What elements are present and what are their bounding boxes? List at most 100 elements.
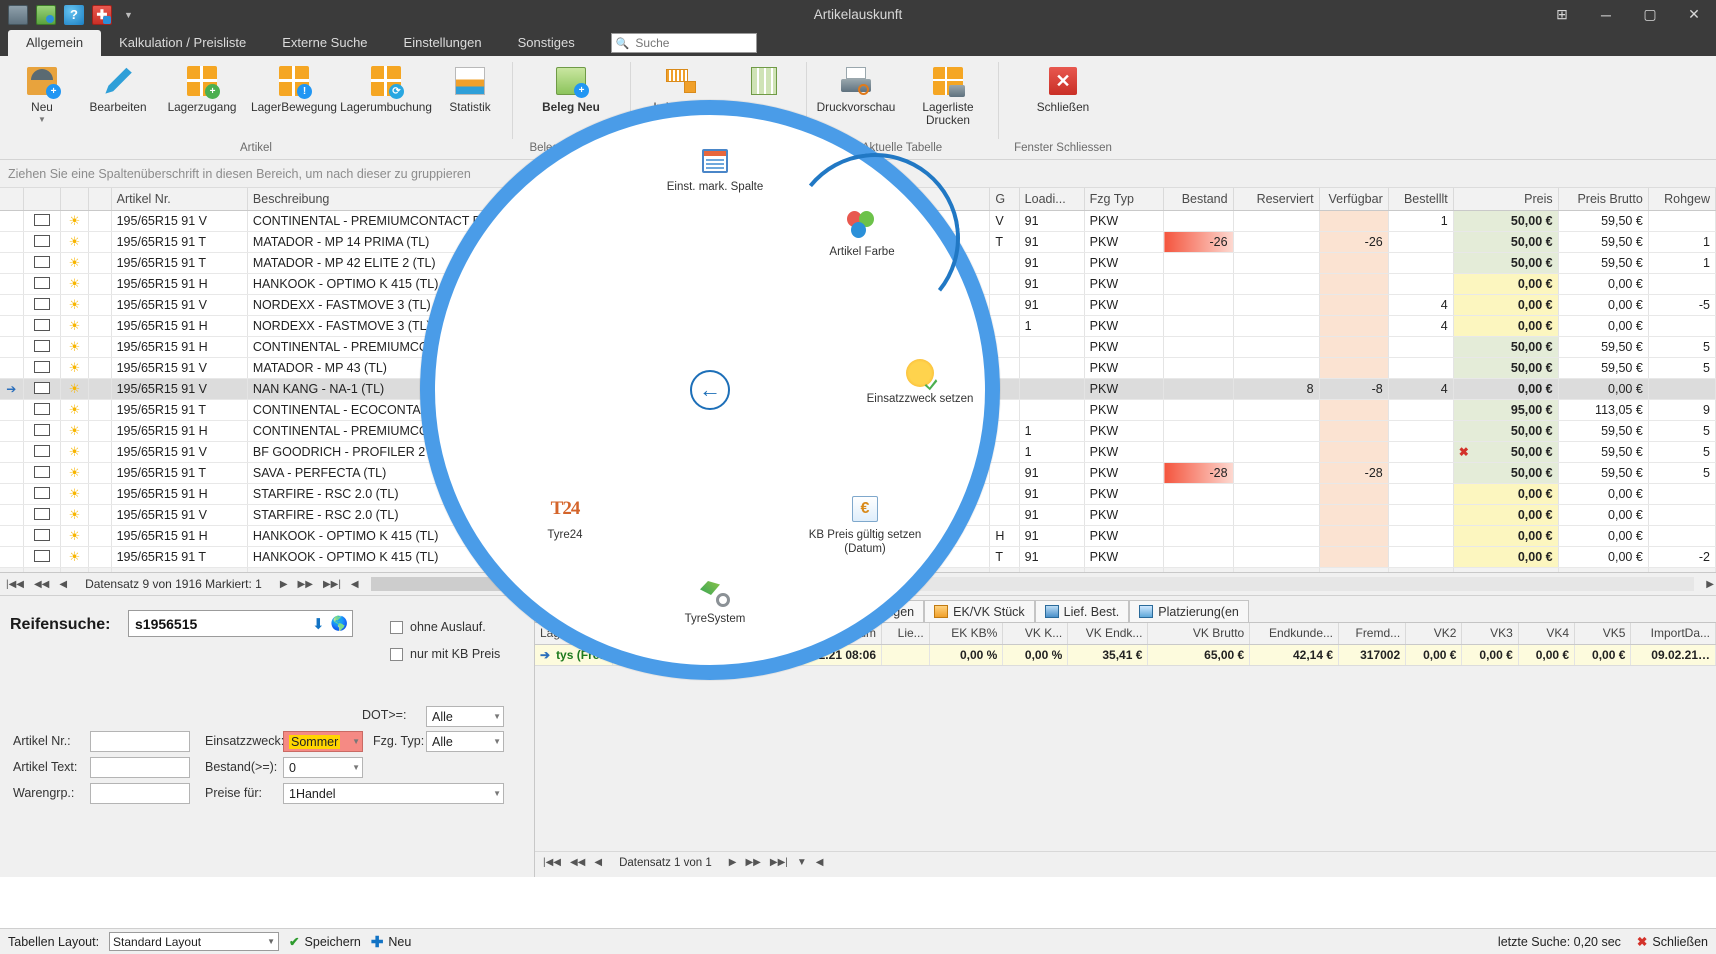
ribbon-button-druckvorschau[interactable]: Druckvorschau bbox=[810, 60, 902, 116]
radial-item-tyresystem[interactable]: TyreSystem bbox=[660, 577, 770, 627]
nav-scroll-left-icon[interactable]: ◀ bbox=[349, 579, 361, 590]
ribbon-button-bearbeiten[interactable]: Bearbeiten bbox=[80, 60, 156, 116]
detail-nav-prev-icon[interactable]: ◀ bbox=[592, 857, 604, 868]
ribbon-button-beleg-neu[interactable]: + Beleg Neu bbox=[525, 60, 617, 116]
radial-item-artikel-farbe[interactable]: Artikel Farbe bbox=[807, 210, 917, 260]
radial-item-einsatzzweck-setzen[interactable]: Einsatzzweck setzen bbox=[865, 357, 975, 407]
row-checkbox[interactable] bbox=[23, 378, 62, 400]
ribbon-search-box[interactable]: 🔍 bbox=[610, 33, 757, 53]
row-checkbox[interactable] bbox=[23, 420, 62, 442]
col-header-rohgew[interactable]: Rohgew bbox=[1648, 188, 1716, 211]
radial-item-kb-preis-gueltig[interactable]: € KB Preis gültig setzen (Datum) bbox=[800, 493, 930, 557]
col-header-season[interactable] bbox=[60, 188, 89, 211]
new-map-icon[interactable] bbox=[36, 4, 56, 25]
checkbox-nur-mit-kb-preis[interactable]: nur mit KB Preis bbox=[390, 647, 500, 661]
minimize-button[interactable]: ─ bbox=[1584, 0, 1628, 29]
field-dot[interactable]: DOT>=: bbox=[362, 708, 406, 722]
detail-tab-ek-vk-st-ck[interactable]: EK/VK Stück bbox=[924, 600, 1035, 622]
row-checkbox[interactable] bbox=[23, 525, 62, 547]
col-header-bestand[interactable]: Bestand bbox=[1163, 188, 1234, 211]
detail-col-15[interactable]: VK5 bbox=[1574, 623, 1632, 645]
select-dot[interactable]: Alle ▼ bbox=[426, 706, 504, 727]
chevron-down-icon[interactable]: ▼ bbox=[487, 737, 501, 746]
select-einsatzzweck[interactable]: Sommer ▼ bbox=[283, 731, 363, 752]
close-button[interactable]: ✕ bbox=[1672, 0, 1716, 29]
nav-prev-page-icon[interactable]: ◀◀ bbox=[32, 579, 51, 590]
ribbon-button-calculator[interactable] bbox=[726, 60, 802, 103]
col-header-preisbrutto[interactable]: Preis Brutto bbox=[1558, 188, 1649, 211]
quick-access-toolbar[interactable]: ? ✚ ▼ bbox=[0, 4, 133, 25]
col-header-reserviert[interactable]: Reserviert bbox=[1233, 188, 1320, 211]
monitor-icon[interactable] bbox=[8, 4, 28, 25]
globe-icon[interactable]: 🌎 bbox=[331, 615, 348, 632]
row-checkbox[interactable] bbox=[23, 210, 62, 232]
radial-item-tyre24[interactable]: T24 Tyre24 bbox=[510, 493, 620, 543]
checkbox-box[interactable] bbox=[390, 647, 403, 661]
chevron-down-icon[interactable]: ▼ bbox=[267, 937, 275, 946]
reifensuche-input[interactable] bbox=[133, 614, 308, 633]
ribbon-button-lagerliste-drucken[interactable]: Lagerliste Drucken bbox=[902, 60, 994, 129]
detail-col-6[interactable]: EK KB% bbox=[929, 623, 1004, 645]
input-warengrp[interactable] bbox=[90, 783, 190, 804]
download-arrow-icon[interactable]: ⬇ bbox=[312, 615, 325, 633]
nav-next-icon[interactable]: ▶ bbox=[278, 579, 290, 590]
col-header-fzgtyp[interactable]: Fzg Typ bbox=[1084, 188, 1165, 211]
detail-nav-last-icon[interactable]: ▶▶| bbox=[768, 857, 790, 868]
row-checkbox[interactable] bbox=[23, 315, 62, 337]
col-header-rowind[interactable] bbox=[0, 188, 24, 211]
row-checkbox[interactable] bbox=[23, 483, 62, 505]
row-checkbox[interactable] bbox=[23, 231, 62, 253]
chevron-down-icon[interactable]: ▼ bbox=[346, 763, 360, 772]
detail-nav-first-icon[interactable]: |◀◀ bbox=[541, 857, 563, 868]
nav-first-icon[interactable]: |◀◀ bbox=[4, 579, 26, 590]
col-header-artnr[interactable]: Artikel Nr. bbox=[111, 188, 248, 211]
col-header-blank2[interactable] bbox=[88, 188, 112, 211]
chevron-down-icon[interactable]: ▼ bbox=[124, 10, 133, 20]
row-checkbox[interactable] bbox=[23, 252, 62, 274]
nav-next-page-icon[interactable]: ▶▶ bbox=[296, 579, 315, 590]
row-checkbox[interactable] bbox=[23, 399, 62, 421]
detail-nav-next-icon[interactable]: ▶ bbox=[727, 857, 739, 868]
input-artikel-text[interactable] bbox=[90, 757, 190, 778]
ribbon-button-schliessen[interactable]: ✕ Schließen bbox=[1017, 60, 1109, 116]
detail-nav-prev-page-icon[interactable]: ◀◀ bbox=[568, 857, 587, 868]
col-header-bestellt[interactable]: Bestelllt bbox=[1388, 188, 1454, 211]
detail-col-9[interactable]: VK Brutto bbox=[1147, 623, 1251, 645]
row-checkbox[interactable] bbox=[23, 273, 62, 295]
row-checkbox[interactable] bbox=[23, 546, 62, 568]
col-header-loadi[interactable]: Loadi... bbox=[1019, 188, 1085, 211]
new-layout-button[interactable]: ✚ Neu bbox=[371, 933, 412, 951]
ribbon-button-lagerzugang[interactable]: + Lagerzugang bbox=[156, 60, 248, 116]
ribbon-button-neu[interactable]: + Neu ▼ bbox=[4, 60, 80, 125]
detail-nav-next-page-icon[interactable]: ▶▶ bbox=[743, 857, 762, 868]
first-aid-icon[interactable]: ✚ bbox=[92, 4, 112, 25]
detail-col-10[interactable]: Endkunde... bbox=[1249, 623, 1340, 645]
nav-scroll-right-icon[interactable]: ▶ bbox=[1704, 579, 1716, 590]
chevron-down-icon[interactable]: ▼ bbox=[487, 789, 501, 798]
ribbon-button-statistik[interactable]: Statistik bbox=[432, 60, 508, 116]
detail-tab-lief-best-[interactable]: Lief. Best. bbox=[1034, 600, 1130, 622]
detail-col-12[interactable]: VK2 bbox=[1405, 623, 1463, 645]
reifensuche-input-wrap[interactable]: ⬇ 🌎 bbox=[128, 610, 353, 637]
col-header-g[interactable]: G bbox=[989, 188, 1020, 211]
nav-last-icon[interactable]: ▶▶| bbox=[321, 579, 343, 590]
input-artikel-nr[interactable] bbox=[90, 731, 190, 752]
nav-prev-icon[interactable]: ◀ bbox=[57, 579, 69, 590]
detail-nav-scroll-icon[interactable]: ◀ bbox=[814, 857, 826, 868]
tab-allgemein[interactable]: Allgemein bbox=[8, 30, 102, 56]
tab-einstellungen[interactable]: Einstellungen bbox=[386, 30, 500, 56]
row-checkbox[interactable] bbox=[23, 357, 62, 379]
row-checkbox[interactable] bbox=[23, 441, 62, 463]
ribbon-button-lagerbewegung[interactable]: ! LagerBewegung bbox=[248, 60, 340, 116]
row-checkbox[interactable] bbox=[23, 336, 62, 358]
col-header-verfuegbar[interactable]: Verfügbar bbox=[1319, 188, 1389, 211]
radial-item-einst-mark-spalte[interactable]: Einst. mark. Spalte bbox=[660, 145, 770, 195]
filter-icon[interactable]: ▼ bbox=[795, 857, 809, 868]
tab-sonstiges[interactable]: Sonstiges bbox=[500, 30, 593, 56]
row-checkbox[interactable] bbox=[23, 462, 62, 484]
select-fzg-typ[interactable]: Alle ▼ bbox=[426, 731, 504, 752]
detail-col-8[interactable]: VK Endk... bbox=[1067, 623, 1149, 645]
detail-navigator[interactable]: |◀◀ ◀◀ ◀ Datensatz 1 von 1 ▶ ▶▶ ▶▶| ▼ ◀ bbox=[535, 851, 1716, 873]
detail-col-14[interactable]: VK4 bbox=[1518, 623, 1576, 645]
detail-col-16[interactable]: ImportDa... bbox=[1630, 623, 1716, 645]
